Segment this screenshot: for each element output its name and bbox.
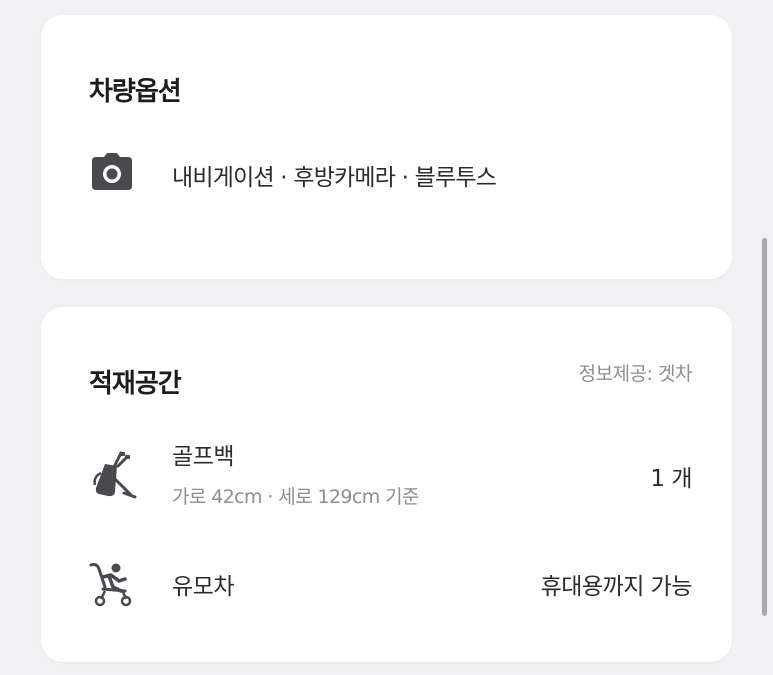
stroller-capacity: 휴대용까지 가능 xyxy=(540,574,693,600)
info-provider-label: 정보제공: 겟차 xyxy=(578,363,693,385)
camera-icon xyxy=(92,153,132,190)
options-title: 차량옵션 xyxy=(89,77,182,107)
golf-bag-size-note: 가로 42cm · 세로 129cm 기준 xyxy=(172,486,419,508)
options-list-text: 내비게이션 · 후방카메라 · 블루투스 xyxy=(172,165,497,191)
vehicle-options-card: 차량옵션 내비게이션 · 후방카메라 · 블루투스 xyxy=(41,15,732,279)
golf-bag-icon xyxy=(93,451,137,499)
stroller-label: 유모차 xyxy=(172,574,234,600)
stroller-icon xyxy=(89,563,132,607)
golf-bag-count: 1 개 xyxy=(650,466,692,492)
cargo-space-card: 적재공간 정보제공: 겟차 골프백 가로 42cm · 세로 129cm 기준 … xyxy=(41,307,732,662)
cargo-title: 적재공간 xyxy=(89,369,182,399)
golf-bag-label: 골프백 xyxy=(172,444,234,470)
scrollbar[interactable] xyxy=(762,238,767,616)
